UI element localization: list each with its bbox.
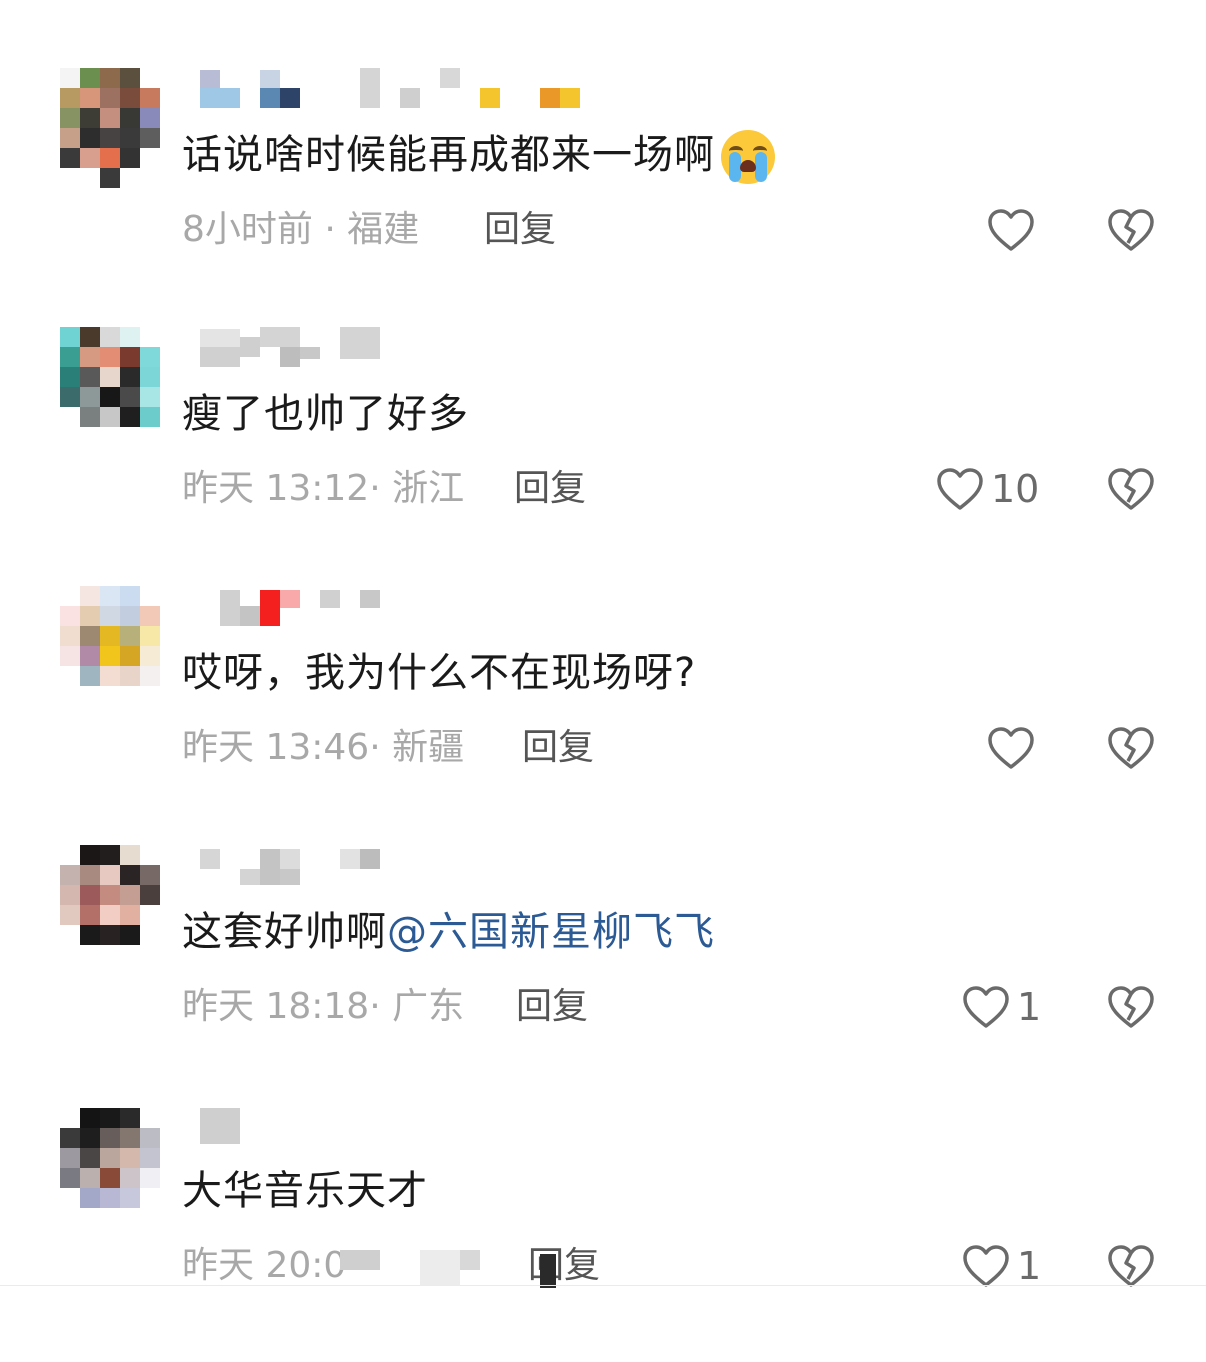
comment-time: 昨天 20:0	[182, 1245, 347, 1286]
reply-button[interactable]: 回复	[516, 985, 588, 1029]
meta-separator: ·	[369, 986, 381, 1027]
comment-time: 8小时前	[182, 209, 313, 250]
reply-button[interactable]: 回复	[484, 208, 556, 252]
dislike-button[interactable]	[1106, 202, 1156, 258]
comment-text: 这套好帅啊@六国新星柳飞飞	[182, 907, 715, 957]
divider	[0, 1285, 1206, 1286]
comment-time: 昨天 18:18	[182, 986, 370, 1027]
meta-blur-patch	[460, 1250, 480, 1270]
avatar[interactable]	[60, 68, 160, 168]
heart-outline-icon	[937, 468, 983, 510]
comment-text: 瘦了也帅了好多	[182, 391, 469, 437]
like-button[interactable]	[986, 720, 1042, 776]
comment-meta: 8小时前 · 福建	[182, 208, 419, 252]
heart-outline-icon	[988, 209, 1034, 251]
username-blurred[interactable]	[200, 586, 600, 626]
like-button[interactable]: 10	[935, 461, 1039, 517]
comment-meta: 昨天 13:12· 浙江	[182, 467, 464, 511]
like-count: 10	[991, 467, 1040, 511]
comment-location: 浙江	[392, 468, 465, 509]
comment-text: 话说啥时候能再成都来一场啊	[182, 130, 775, 184]
comment-meta: 昨天 18:18· 广东	[182, 985, 464, 1029]
avatar[interactable]	[60, 1108, 160, 1208]
comment-time: 昨天 13:12	[182, 468, 370, 509]
avatar-blur-tail	[100, 168, 120, 188]
like-button[interactable]: 1	[961, 979, 1041, 1035]
comment-location: 福建	[347, 209, 420, 250]
comment-text-body: 话说啥时候能再成都来一场啊	[182, 132, 715, 178]
username-blurred[interactable]	[200, 1104, 600, 1144]
username-blurred[interactable]	[200, 327, 600, 367]
broken-heart-icon	[1108, 468, 1154, 510]
broken-heart-icon	[1108, 209, 1154, 251]
meta-separator: ·	[369, 727, 381, 768]
comment-item: 这套好帅啊@六国新星柳飞飞 昨天 18:18· 广东 回复 1	[0, 845, 1206, 1103]
broken-heart-icon	[1108, 1245, 1154, 1287]
avatar[interactable]	[60, 586, 160, 686]
comment-location: 新疆	[392, 727, 465, 768]
comment-meta: 昨天 20:0	[182, 1244, 346, 1288]
username-blurred[interactable]	[200, 68, 600, 108]
comment-text: 哎呀，我为什么不在现场呀?	[182, 650, 697, 696]
reply-button[interactable]: 回复	[522, 726, 594, 770]
comment-text-body: 这套好帅啊	[182, 909, 387, 955]
like-button[interactable]	[986, 202, 1042, 258]
meta-blur-patch	[420, 1250, 460, 1286]
heart-outline-icon	[963, 986, 1009, 1028]
like-count: 1	[1017, 985, 1042, 1029]
comment-meta: 昨天 13:46· 新疆	[182, 726, 464, 770]
heart-outline-icon	[963, 1245, 1009, 1287]
heart-outline-icon	[988, 727, 1034, 769]
comment-item: 瘦了也帅了好多 昨天 13:12· 浙江 回复 10	[0, 327, 1206, 585]
broken-heart-icon	[1108, 986, 1154, 1028]
dislike-button[interactable]	[1106, 979, 1156, 1035]
meta-separator: ·	[324, 209, 336, 250]
comment-text: 大华音乐天才	[182, 1168, 428, 1214]
meta-blur-patch	[340, 1250, 380, 1270]
comment-item: 话说啥时候能再成都来一场啊 8小时前 · 福建 回复	[0, 68, 1206, 326]
dislike-button[interactable]	[1106, 720, 1156, 776]
comment-time: 昨天 13:46	[182, 727, 370, 768]
comment-location: 广东	[392, 986, 465, 1027]
comment-item: 大华音乐天才 昨天 20:0 回复 1	[0, 1104, 1206, 1362]
reply-button[interactable]: 回复	[528, 1244, 600, 1288]
meta-separator: ·	[369, 468, 381, 509]
mention-link[interactable]: @六国新星柳飞飞	[387, 909, 715, 955]
comment-item: 哎呀，我为什么不在现场呀? 昨天 13:46· 新疆 回复	[0, 586, 1206, 844]
avatar[interactable]	[60, 845, 160, 945]
username-blurred[interactable]	[200, 845, 600, 885]
dislike-button[interactable]	[1106, 461, 1156, 517]
avatar[interactable]	[60, 327, 160, 427]
crying-face-icon	[721, 130, 775, 184]
reply-button[interactable]: 回复	[514, 467, 586, 511]
broken-heart-icon	[1108, 727, 1154, 769]
like-count: 1	[1017, 1244, 1042, 1288]
meta-blur-patch	[540, 1254, 556, 1288]
